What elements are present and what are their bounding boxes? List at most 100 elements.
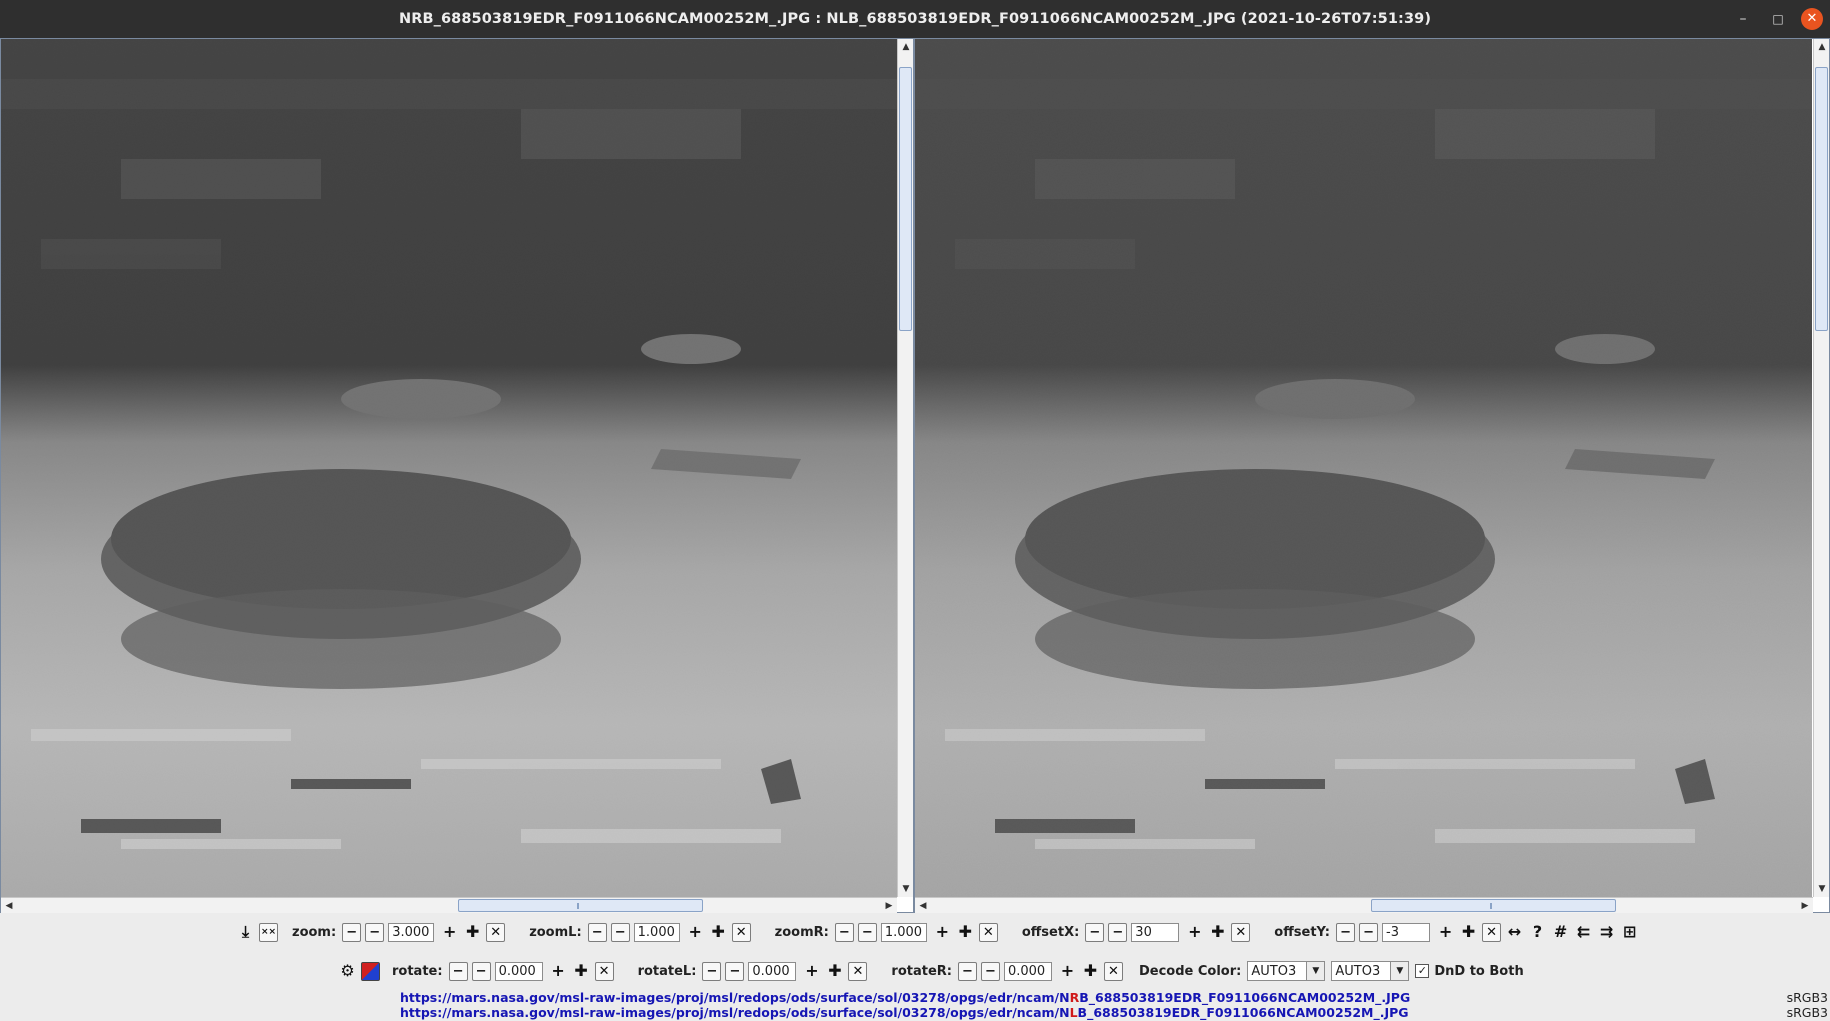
rotate-increase-more-button[interactable]: ✚ — [572, 962, 591, 981]
scroll-right-icon[interactable]: ▶ — [1797, 898, 1813, 914]
zoomR-label: zoomR: — [774, 924, 829, 940]
left-horizontal-scroll-thumb[interactable] — [458, 899, 703, 912]
swap-icon[interactable]: ×× — [259, 922, 278, 942]
offsetY-increase-button[interactable]: + — [1436, 923, 1455, 942]
offsetX-label: offsetX: — [1021, 924, 1080, 940]
zoomL-decrease-more-button[interactable]: − — [587, 922, 607, 942]
rotate-decrease-button[interactable]: − — [471, 961, 491, 981]
zoom-reset-button[interactable]: ✕ — [486, 922, 506, 942]
rotateL-increase-more-button[interactable]: ✚ — [825, 962, 844, 981]
chevron-down-icon[interactable]: ▼ — [1306, 962, 1325, 980]
grip-icon — [1490, 903, 1492, 909]
color-mode-icon[interactable] — [361, 961, 380, 981]
zoomL-increase-button[interactable]: + — [686, 923, 705, 942]
rotateR-decrease-button[interactable]: − — [980, 961, 1000, 981]
download-icon[interactable]: ⤓ — [236, 923, 255, 942]
zoomR-input[interactable]: 1.000 — [880, 922, 927, 942]
decode-color-left-select[interactable]: AUTO3 ▼ — [1247, 961, 1326, 981]
fit-icon[interactable]: ⊞ — [1620, 923, 1639, 942]
right-vertical-scroll-thumb[interactable] — [1815, 67, 1828, 331]
zoomR-increase-button[interactable]: + — [933, 923, 952, 942]
rotateR-increase-button[interactable]: + — [1058, 962, 1077, 981]
rotateL-decrease-more-button[interactable]: − — [702, 961, 722, 981]
offsetX-increase-button[interactable]: + — [1185, 923, 1204, 942]
scroll-right-icon[interactable]: ▶ — [881, 898, 897, 914]
rotate-decrease-more-button[interactable]: − — [448, 961, 468, 981]
offsetY-input[interactable]: -3 — [1382, 922, 1431, 942]
zoom-increase-more-button[interactable]: ✚ — [463, 923, 482, 942]
scroll-down-icon[interactable]: ▼ — [898, 881, 914, 897]
right-image-url[interactable]: https://mars.nasa.gov/msl-raw-images/pro… — [400, 990, 1410, 1005]
rotateR-increase-more-button[interactable]: ✚ — [1081, 962, 1100, 981]
close-button[interactable]: ✕ — [1801, 8, 1823, 30]
offsetY-increase-more-button[interactable]: ✚ — [1459, 923, 1478, 942]
scroll-down-icon[interactable]: ▼ — [1814, 881, 1830, 897]
decode-color-right-select[interactable]: AUTO3 ▼ — [1331, 961, 1410, 981]
rotateL-increase-button[interactable]: + — [802, 962, 821, 981]
help-icon[interactable]: ? — [1528, 923, 1547, 942]
offsetY-decrease-button[interactable]: − — [1359, 922, 1379, 942]
maximize-button[interactable]: □ — [1767, 8, 1789, 30]
dnd-both-label: DnD to Both — [1434, 963, 1524, 979]
zoomR-decrease-more-button[interactable]: − — [834, 922, 854, 942]
left-vertical-scroll-thumb[interactable] — [899, 67, 912, 331]
zoom-decrease-button[interactable]: − — [365, 922, 385, 942]
rotateL-decrease-button[interactable]: − — [725, 961, 745, 981]
left-image[interactable] — [1, 39, 897, 897]
url-suffix: B_688503819EDR_F0911066NCAM00252M_.JPG — [1079, 990, 1411, 1005]
zoomR-increase-more-button[interactable]: ✚ — [956, 923, 975, 942]
left-image-url[interactable]: https://mars.nasa.gov/msl-raw-images/pro… — [400, 1005, 1410, 1020]
scroll-left-icon[interactable]: ◀ — [915, 898, 931, 914]
offsetX-decrease-more-button[interactable]: − — [1085, 922, 1105, 942]
rotate-increase-button[interactable]: + — [549, 962, 568, 981]
chevron-down-icon[interactable]: ▼ — [1390, 962, 1409, 980]
zoomR-decrease-button[interactable]: − — [857, 922, 877, 942]
grid-icon[interactable]: # — [1551, 923, 1570, 942]
zoom-input[interactable]: 3.000 — [388, 922, 435, 942]
title-bar: NRB_688503819EDR_F0911066NCAM00252M_.JPG… — [0, 0, 1830, 38]
rotate-reset-button[interactable]: ✕ — [594, 961, 614, 981]
rotate-input[interactable]: 0.000 — [494, 961, 543, 981]
right-horizontal-scrollbar[interactable]: ◀ ▶ — [915, 897, 1813, 913]
settings-gear-icon[interactable]: ⚙ — [338, 962, 357, 981]
rotateL-reset-button[interactable]: ✕ — [848, 961, 868, 981]
right-horizontal-scroll-thumb[interactable] — [1371, 899, 1616, 912]
zoomL-reset-button[interactable]: ✕ — [731, 922, 751, 942]
rotate-decode-toolbar: ⚙ rotate: − − 0.000 + ✚ ✕ rotateL: − − 0… — [338, 958, 1530, 984]
window-title: NRB_688503819EDR_F0911066NCAM00252M_.JPG… — [398, 11, 1432, 27]
left-image-pane[interactable]: ▲ ▼ ◀ ▶ — [0, 38, 914, 913]
right-vertical-scrollbar[interactable]: ▲ ▼ — [1813, 39, 1829, 897]
rotateR-reset-button[interactable]: ✕ — [1103, 961, 1123, 981]
right-image-pane[interactable]: ▲ ▼ ◀ ▶ — [914, 38, 1830, 913]
rotateR-input[interactable]: 0.000 — [1003, 961, 1052, 981]
offsetX-reset-button[interactable]: ✕ — [1231, 922, 1251, 942]
color-space-labels: sRGB3 sRGB3 — [1787, 990, 1828, 1020]
offsetY-reset-button[interactable]: ✕ — [1482, 922, 1502, 942]
zoom-decrease-more-button[interactable]: − — [342, 922, 362, 942]
swap-horizontal-icon[interactable]: ↔ — [1505, 923, 1524, 942]
rotateR-decrease-more-button[interactable]: − — [957, 961, 977, 981]
zoomL-decrease-button[interactable]: − — [610, 922, 630, 942]
right-image[interactable] — [915, 39, 1812, 897]
dnd-both-checkbox[interactable]: ✓ — [1415, 964, 1430, 978]
offsetY-decrease-more-button[interactable]: − — [1336, 922, 1356, 942]
image-url-list: https://mars.nasa.gov/msl-raw-images/pro… — [400, 990, 1410, 1020]
offsetX-input[interactable]: 30 — [1131, 922, 1180, 942]
minimize-button[interactable]: – — [1732, 8, 1754, 30]
scroll-left-icon[interactable]: ◀ — [1, 898, 17, 914]
zoomL-increase-more-button[interactable]: ✚ — [709, 923, 728, 942]
align-left-icon[interactable]: ⇇ — [1574, 923, 1593, 942]
url-suffix: B_688503819EDR_F0911066NCAM00252M_.JPG — [1077, 1005, 1409, 1020]
rotateL-input[interactable]: 0.000 — [748, 961, 797, 981]
scroll-up-icon[interactable]: ▲ — [1814, 39, 1830, 55]
zoomL-input[interactable]: 1.000 — [633, 922, 680, 942]
zoom-increase-button[interactable]: + — [440, 923, 459, 942]
scroll-up-icon[interactable]: ▲ — [898, 39, 914, 55]
left-vertical-scrollbar[interactable]: ▲ ▼ — [897, 39, 913, 897]
zoomR-reset-button[interactable]: ✕ — [978, 922, 998, 942]
left-horizontal-scrollbar[interactable]: ◀ ▶ — [1, 897, 897, 913]
offsetX-decrease-button[interactable]: − — [1108, 922, 1128, 942]
align-right-icon[interactable]: ⇉ — [1597, 923, 1616, 942]
offsetX-increase-more-button[interactable]: ✚ — [1208, 923, 1227, 942]
zoom-label: zoom: — [292, 924, 337, 940]
